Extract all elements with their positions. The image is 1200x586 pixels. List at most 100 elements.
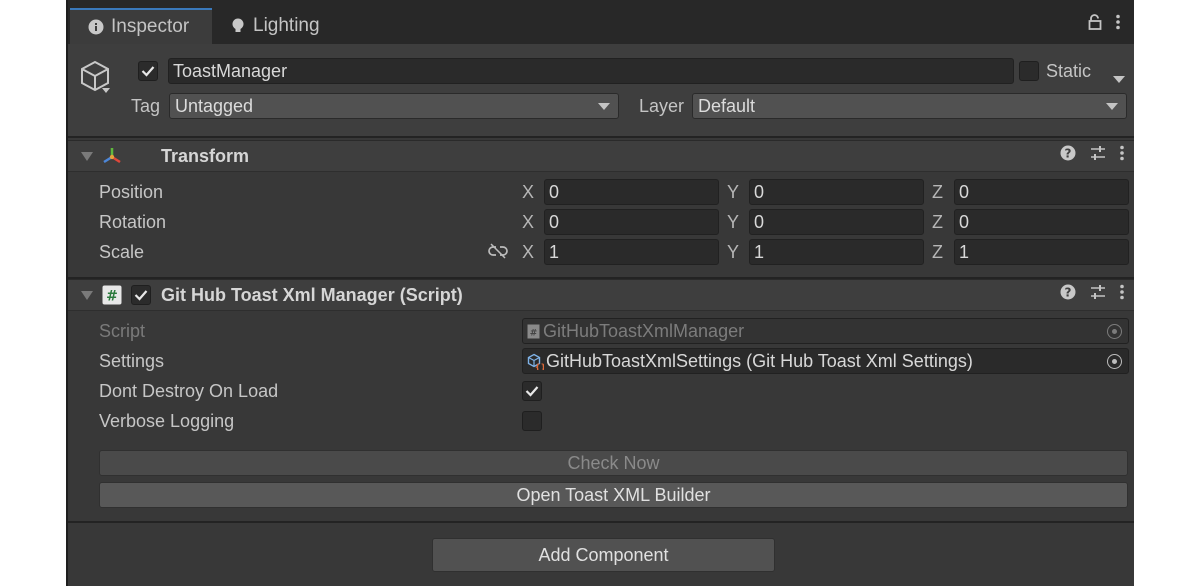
- script-file-icon: #: [527, 324, 540, 339]
- checkmark-icon: [525, 386, 539, 397]
- verbose-logging-label: Verbose Logging: [99, 411, 235, 431]
- position-y-axis-label: Y: [727, 182, 740, 202]
- transform-icon: [101, 146, 123, 171]
- presets-sliders-icon[interactable]: [1090, 145, 1106, 166]
- verbose-logging-checkbox[interactable]: [522, 411, 542, 431]
- layer-dropdown[interactable]: Default: [692, 93, 1127, 119]
- position-y-value: 0: [754, 181, 765, 202]
- script-object-field: # GitHubToastXmlManager: [522, 318, 1129, 344]
- rotation-x-value: 0: [549, 211, 560, 232]
- position-y-field[interactable]: 0: [749, 179, 924, 205]
- script-help-icon[interactable]: ?: [1060, 284, 1076, 305]
- lock-icon[interactable]: [1088, 13, 1102, 35]
- position-z-axis-label: Z: [932, 182, 943, 202]
- help-icon[interactable]: ?: [1060, 145, 1076, 166]
- scale-label: Scale: [99, 242, 145, 262]
- component-menu-icon[interactable]: [1120, 145, 1124, 166]
- tab-inspector-label: Inspector: [111, 16, 190, 37]
- scriptable-object-icon: {}: [527, 353, 544, 370]
- rotation-z-field[interactable]: 0: [954, 209, 1129, 235]
- rotation-y-axis-label: Y: [727, 212, 740, 232]
- script-divider: [68, 521, 1134, 523]
- tag-dropdown[interactable]: Untagged: [169, 93, 619, 119]
- script-component-header[interactable]: # Git Hub Toast Xml Manager (Script) ?: [68, 279, 1134, 311]
- transform-header[interactable]: Transform ?: [68, 140, 1134, 172]
- rotation-z-axis-label: Z: [932, 212, 943, 232]
- tab-bar: Inspector Lighting: [68, 0, 1134, 44]
- transform-title: Transform: [161, 146, 250, 166]
- tag-chevron-down-icon: [598, 103, 610, 110]
- svg-text:{}: {}: [535, 362, 544, 370]
- static-dropdown-arrow-icon[interactable]: [1113, 68, 1125, 89]
- settings-object-value: GitHubToastXmlSettings (Git Hub Toast Xm…: [546, 350, 973, 371]
- csharp-script-icon: #: [102, 285, 122, 310]
- settings-object-picker-icon[interactable]: [1107, 354, 1122, 369]
- open-toast-xml-builder-button[interactable]: Open Toast XML Builder: [99, 482, 1128, 508]
- open-toast-xml-builder-label: Open Toast XML Builder: [516, 484, 711, 505]
- dont-destroy-label: Dont Destroy On Load: [99, 381, 279, 401]
- gameobject-cube-icon[interactable]: [80, 60, 112, 101]
- script-field-label: Script: [99, 321, 146, 341]
- svg-text:#: #: [106, 289, 118, 305]
- dont-destroy-checkbox[interactable]: [522, 381, 542, 401]
- rotation-y-field[interactable]: 0: [749, 209, 924, 235]
- position-z-value: 0: [959, 181, 970, 202]
- script-component-title: Git Hub Toast Xml Manager (Script): [161, 285, 463, 305]
- layer-label: Layer: [639, 96, 685, 116]
- scale-y-axis-label: Y: [727, 242, 740, 262]
- settings-label: Settings: [99, 351, 165, 371]
- rotation-label: Rotation: [99, 212, 167, 232]
- static-label: Static: [1046, 61, 1092, 81]
- script-object-picker-icon: [1107, 324, 1122, 339]
- script-enabled-checkbox[interactable]: [131, 285, 151, 305]
- svg-text:?: ?: [1065, 286, 1072, 300]
- script-presets-sliders-icon[interactable]: [1090, 284, 1106, 305]
- scale-y-field[interactable]: 1: [749, 239, 924, 265]
- rotation-y-value: 0: [754, 211, 765, 232]
- info-icon: [88, 19, 104, 35]
- scale-z-value: 1: [959, 241, 970, 262]
- transform-foldout-icon[interactable]: [81, 152, 93, 161]
- script-component-menu-icon[interactable]: [1120, 284, 1124, 305]
- position-z-field[interactable]: 0: [954, 179, 1129, 205]
- gameobject-active-checkbox[interactable]: [138, 61, 158, 81]
- tag-label: Tag: [131, 96, 161, 116]
- position-label: Position: [99, 182, 164, 202]
- script-header-icons: ?: [1060, 284, 1124, 305]
- gameobject-header: ToastManager Static Tag Untagged Layer D…: [68, 44, 1134, 138]
- position-x-value: 0: [549, 181, 560, 202]
- svg-text:?: ?: [1065, 147, 1072, 161]
- scale-z-axis-label: Z: [932, 242, 943, 262]
- check-now-label: Check Now: [567, 452, 660, 473]
- scale-y-value: 1: [754, 241, 765, 262]
- position-x-field[interactable]: 0: [544, 179, 719, 205]
- rotation-x-axis-label: X: [522, 212, 535, 232]
- tag-dropdown-value: Untagged: [175, 95, 254, 116]
- kebab-menu-icon[interactable]: [1116, 14, 1120, 35]
- tab-lighting[interactable]: Lighting: [212, 8, 352, 44]
- settings-object-field[interactable]: {} GitHubToastXmlSettings (Git Hub Toast…: [522, 348, 1129, 374]
- lightbulb-icon: [230, 18, 246, 34]
- constrain-proportions-link-icon[interactable]: [488, 243, 508, 264]
- position-x-axis-label: X: [522, 182, 535, 202]
- script-foldout-icon[interactable]: [81, 291, 93, 300]
- transform-header-icons: ?: [1060, 145, 1124, 166]
- scale-z-field[interactable]: 1: [954, 239, 1129, 265]
- tab-controls: [1088, 10, 1120, 38]
- scale-x-field[interactable]: 1: [544, 239, 719, 265]
- scale-x-value: 1: [549, 241, 560, 262]
- static-checkbox[interactable]: [1019, 61, 1039, 81]
- add-component-button[interactable]: Add Component: [432, 538, 775, 572]
- svg-text:#: #: [530, 328, 538, 338]
- layer-dropdown-value: Default: [698, 95, 756, 116]
- script-object-value: GitHubToastXmlManager: [543, 320, 745, 341]
- tab-inspector[interactable]: Inspector: [70, 8, 212, 44]
- rotation-z-value: 0: [959, 211, 970, 232]
- add-component-label: Add Component: [538, 544, 669, 565]
- tab-lighting-label: Lighting: [253, 15, 320, 36]
- gameobject-name-field[interactable]: ToastManager: [168, 58, 1014, 84]
- rotation-x-field[interactable]: 0: [544, 209, 719, 235]
- layer-chevron-down-icon: [1106, 103, 1118, 110]
- check-now-button: Check Now: [99, 450, 1128, 476]
- gameobject-name-text: ToastManager: [173, 60, 288, 81]
